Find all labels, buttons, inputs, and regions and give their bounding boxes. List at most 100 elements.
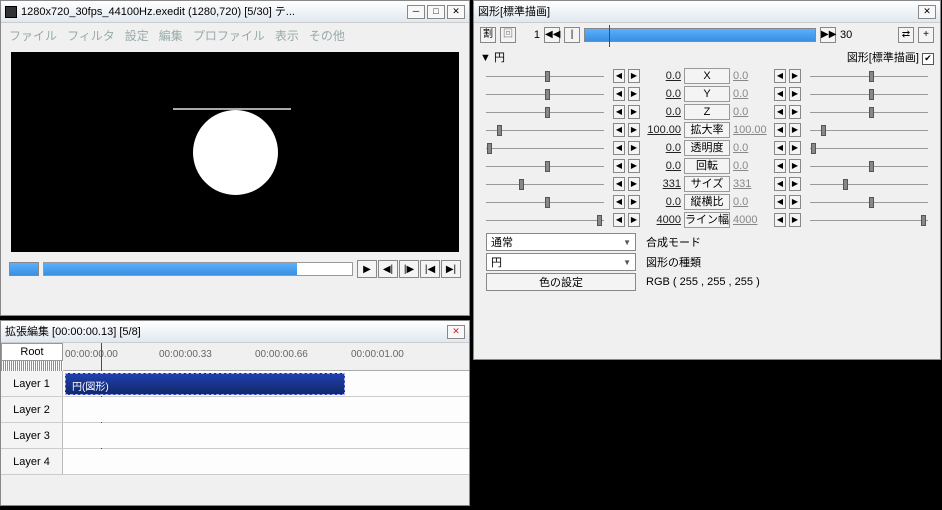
inc-button[interactable]: ▶ (628, 159, 640, 173)
param-value-left[interactable]: 0.0 (643, 70, 681, 82)
menu-view[interactable]: 表示 (275, 27, 299, 44)
dec-button[interactable]: ◀ (613, 123, 625, 137)
param-value-right[interactable]: 0.0 (733, 196, 771, 208)
inc-button-r[interactable]: ▶ (789, 141, 801, 155)
param-slider-left[interactable] (480, 123, 610, 137)
dec-button[interactable]: ◀ (613, 177, 625, 191)
blend-mode-dropdown[interactable]: 通常▼ (486, 233, 636, 251)
dec-button[interactable]: ◀ (613, 213, 625, 227)
layer-label[interactable]: Layer 3 (1, 423, 63, 448)
param-label-button[interactable]: Z (684, 104, 730, 120)
param-slider-right[interactable] (804, 141, 934, 155)
param-label-button[interactable]: サイズ (684, 176, 730, 192)
dec-button-r[interactable]: ◀ (774, 177, 786, 191)
layer-track[interactable]: 円(図形) (63, 371, 469, 396)
inc-button-r[interactable]: ▶ (789, 159, 801, 173)
param-value-left[interactable]: 0.0 (643, 88, 681, 100)
dec-button-r[interactable]: ◀ (774, 69, 786, 83)
dec-button-r[interactable]: ◀ (774, 213, 786, 227)
param-slider-left[interactable] (480, 177, 610, 191)
inc-button[interactable]: ▶ (628, 123, 640, 137)
close-button[interactable]: ✕ (447, 5, 465, 19)
menu-filter[interactable]: フィルタ (67, 27, 115, 44)
copy-button[interactable]: 回 (500, 27, 516, 43)
dec-button-r[interactable]: ◀ (774, 123, 786, 137)
inc-button-r[interactable]: ▶ (789, 195, 801, 209)
frame-prev-button[interactable]: | (564, 27, 580, 43)
dec-button-r[interactable]: ◀ (774, 87, 786, 101)
inc-button[interactable]: ▶ (628, 69, 640, 83)
dec-button[interactable]: ◀ (613, 195, 625, 209)
layer-label[interactable]: Layer 1 (1, 371, 63, 396)
param-value-right[interactable]: 0.0 (733, 106, 771, 118)
dec-button-r[interactable]: ◀ (774, 195, 786, 209)
param-label-button[interactable]: 回転 (684, 158, 730, 174)
param-value-right[interactable]: 331 (733, 178, 771, 190)
frame-slider[interactable] (584, 28, 816, 42)
step-forward-button[interactable]: |▶ (399, 260, 419, 278)
menu-profile[interactable]: プロファイル (193, 27, 265, 44)
param-value-right[interactable]: 4000 (733, 214, 771, 226)
layer-track[interactable] (63, 423, 469, 448)
step-back-button[interactable]: ◀| (378, 260, 398, 278)
param-value-right[interactable]: 100.00 (733, 124, 771, 136)
property-close-button[interactable]: ✕ (918, 5, 936, 19)
dec-button-r[interactable]: ◀ (774, 105, 786, 119)
dec-button-r[interactable]: ◀ (774, 159, 786, 173)
layer-label[interactable]: Layer 2 (1, 397, 63, 422)
swap-button[interactable]: ⇄ (898, 27, 914, 43)
param-slider-left[interactable] (480, 87, 610, 101)
play-button[interactable]: ▶ (357, 260, 377, 278)
param-slider-right[interactable] (804, 87, 934, 101)
param-slider-left[interactable] (480, 69, 610, 83)
dec-button[interactable]: ◀ (613, 159, 625, 173)
frame-prev-fast-button[interactable]: ◀◀ (544, 27, 560, 43)
param-value-right[interactable]: 0.0 (733, 88, 771, 100)
menu-edit[interactable]: 編集 (159, 27, 183, 44)
param-value-left[interactable]: 0.0 (643, 142, 681, 154)
layer-track[interactable] (63, 397, 469, 422)
minimize-button[interactable]: ─ (407, 5, 425, 19)
param-slider-right[interactable] (804, 177, 934, 191)
color-settings-button[interactable]: 色の設定 (486, 273, 636, 291)
inc-button-r[interactable]: ▶ (789, 87, 801, 101)
param-value-left[interactable]: 100.00 (643, 124, 681, 136)
playback-progress[interactable] (43, 262, 353, 276)
root-button[interactable]: Root (1, 343, 63, 361)
param-slider-left[interactable] (480, 195, 610, 209)
param-label-button[interactable]: ライン幅 (684, 212, 730, 228)
param-slider-left[interactable] (480, 141, 610, 155)
timeline-close-button[interactable]: ✕ (447, 325, 465, 339)
layer-label[interactable]: Layer 4 (1, 449, 63, 474)
goto-end-button[interactable]: ▶| (441, 260, 461, 278)
inc-button-r[interactable]: ▶ (789, 177, 801, 191)
param-label-button[interactable]: 縦横比 (684, 194, 730, 210)
param-slider-right[interactable] (804, 105, 934, 119)
layer-track[interactable] (63, 449, 469, 474)
param-value-right[interactable]: 0.0 (733, 70, 771, 82)
param-label-button[interactable]: Y (684, 86, 730, 102)
dec-button[interactable]: ◀ (613, 141, 625, 155)
inc-button-r[interactable]: ▶ (789, 123, 801, 137)
shape-enabled-checkbox[interactable]: ✔ (922, 53, 934, 65)
param-slider-right[interactable] (804, 123, 934, 137)
param-value-left[interactable]: 331 (643, 178, 681, 190)
dec-button[interactable]: ◀ (613, 69, 625, 83)
param-slider-right[interactable] (804, 159, 934, 173)
dec-button-r[interactable]: ◀ (774, 141, 786, 155)
inc-button-r[interactable]: ▶ (789, 213, 801, 227)
menu-file[interactable]: ファイル (9, 27, 57, 44)
goto-start-button[interactable]: |◀ (420, 260, 440, 278)
param-value-left[interactable]: 0.0 (643, 106, 681, 118)
menu-settings[interactable]: 設定 (125, 27, 149, 44)
frame-next-fast-button[interactable]: ▶▶ (820, 27, 836, 43)
inc-button[interactable]: ▶ (628, 87, 640, 101)
maximize-button[interactable]: □ (427, 5, 445, 19)
inc-button[interactable]: ▶ (628, 105, 640, 119)
dec-button[interactable]: ◀ (613, 87, 625, 101)
inc-button-r[interactable]: ▶ (789, 69, 801, 83)
collapse-toggle[interactable]: ▼ (480, 52, 491, 64)
inc-button[interactable]: ▶ (628, 177, 640, 191)
dec-button[interactable]: ◀ (613, 105, 625, 119)
param-value-right[interactable]: 0.0 (733, 142, 771, 154)
